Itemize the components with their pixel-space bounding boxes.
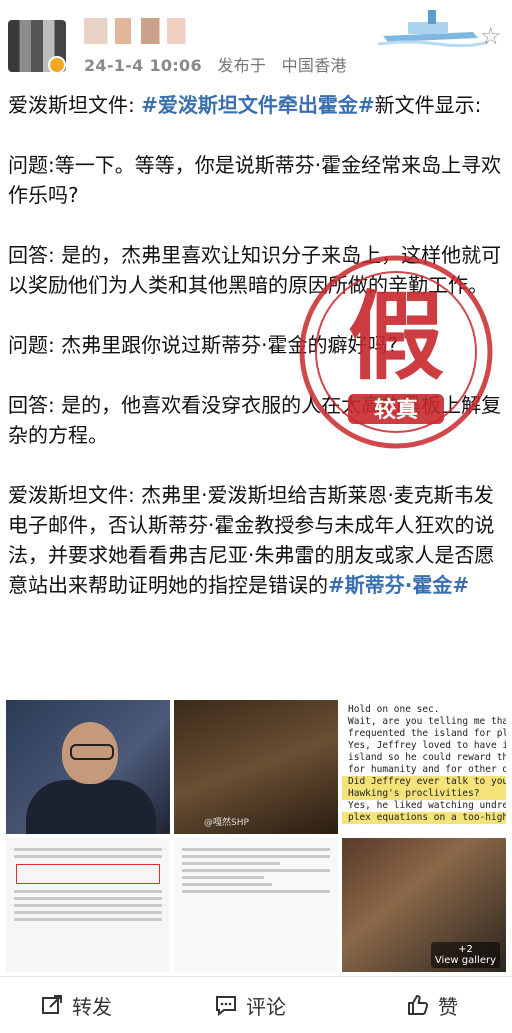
view-gallery-button[interactable]: +2 View gallery [430,942,500,968]
hashtag-hawking[interactable]: #斯蒂芬·霍金# [328,573,469,597]
image-court-document-1[interactable] [6,838,170,972]
fake-stamp-icon: 假 较真 [299,255,493,449]
thumbs-up-icon [408,995,429,1015]
comment-icon [216,996,236,1017]
image-hawking-office[interactable]: +2 View gallery [342,838,506,972]
comment-button[interactable]: 评论 [214,989,286,1021]
post-header: 24-1-4 10:06 发布于 中国香港 ☆ [0,0,512,86]
aircraft-carrier-decoration-icon [378,10,488,48]
image-transcript[interactable]: Hold on one sec. Wait, are you telling m… [342,700,506,834]
image-hawking-portrait[interactable] [6,700,170,834]
repost-icon [42,995,62,1014]
action-bar: 转发 评论 赞 [0,976,512,1033]
stamp-sub-text: 较真 [374,397,418,423]
paragraph-question-1: 问题:等一下。等等，你是说斯蒂芬·霍金经常来岛上寻欢作乐吗? [8,153,502,207]
stamp-main-text: 假 [348,281,444,393]
paragraph-intro: 爱泼斯坦文件: #爱泼斯坦文件牵出霍金#新文件显示: [8,93,482,117]
hashtag-epstein-hawking[interactable]: #爱泼斯坦文件牵出霍金# [141,93,375,117]
image-grid: @嘎然SHP Hold on one sec. Wait, are you te… [6,700,506,972]
post-location: 中国香港 [281,56,347,75]
image-court-document-2[interactable] [174,838,338,972]
post-meta: 24-1-4 10:06 发布于 中国香港 [84,52,357,76]
image-group-photo[interactable]: @嘎然SHP [174,700,338,834]
like-button[interactable]: 赞 [406,989,458,1021]
username-obscured[interactable] [84,18,214,44]
repost-button[interactable]: 转发 [40,989,112,1021]
verified-badge-icon [48,56,66,74]
favorite-star-icon[interactable]: ☆ [480,22,502,50]
published-label: 发布于 [217,56,267,75]
post-date: 24-1-4 10:06 [84,56,202,75]
watermark: @嘎然SHP [204,818,249,828]
paragraph-email: 爱泼斯坦文件: 杰弗里·爱泼斯坦给吉斯莱恩·麦克斯韦发电子邮件，否认斯蒂芬·霍金… [8,483,495,597]
